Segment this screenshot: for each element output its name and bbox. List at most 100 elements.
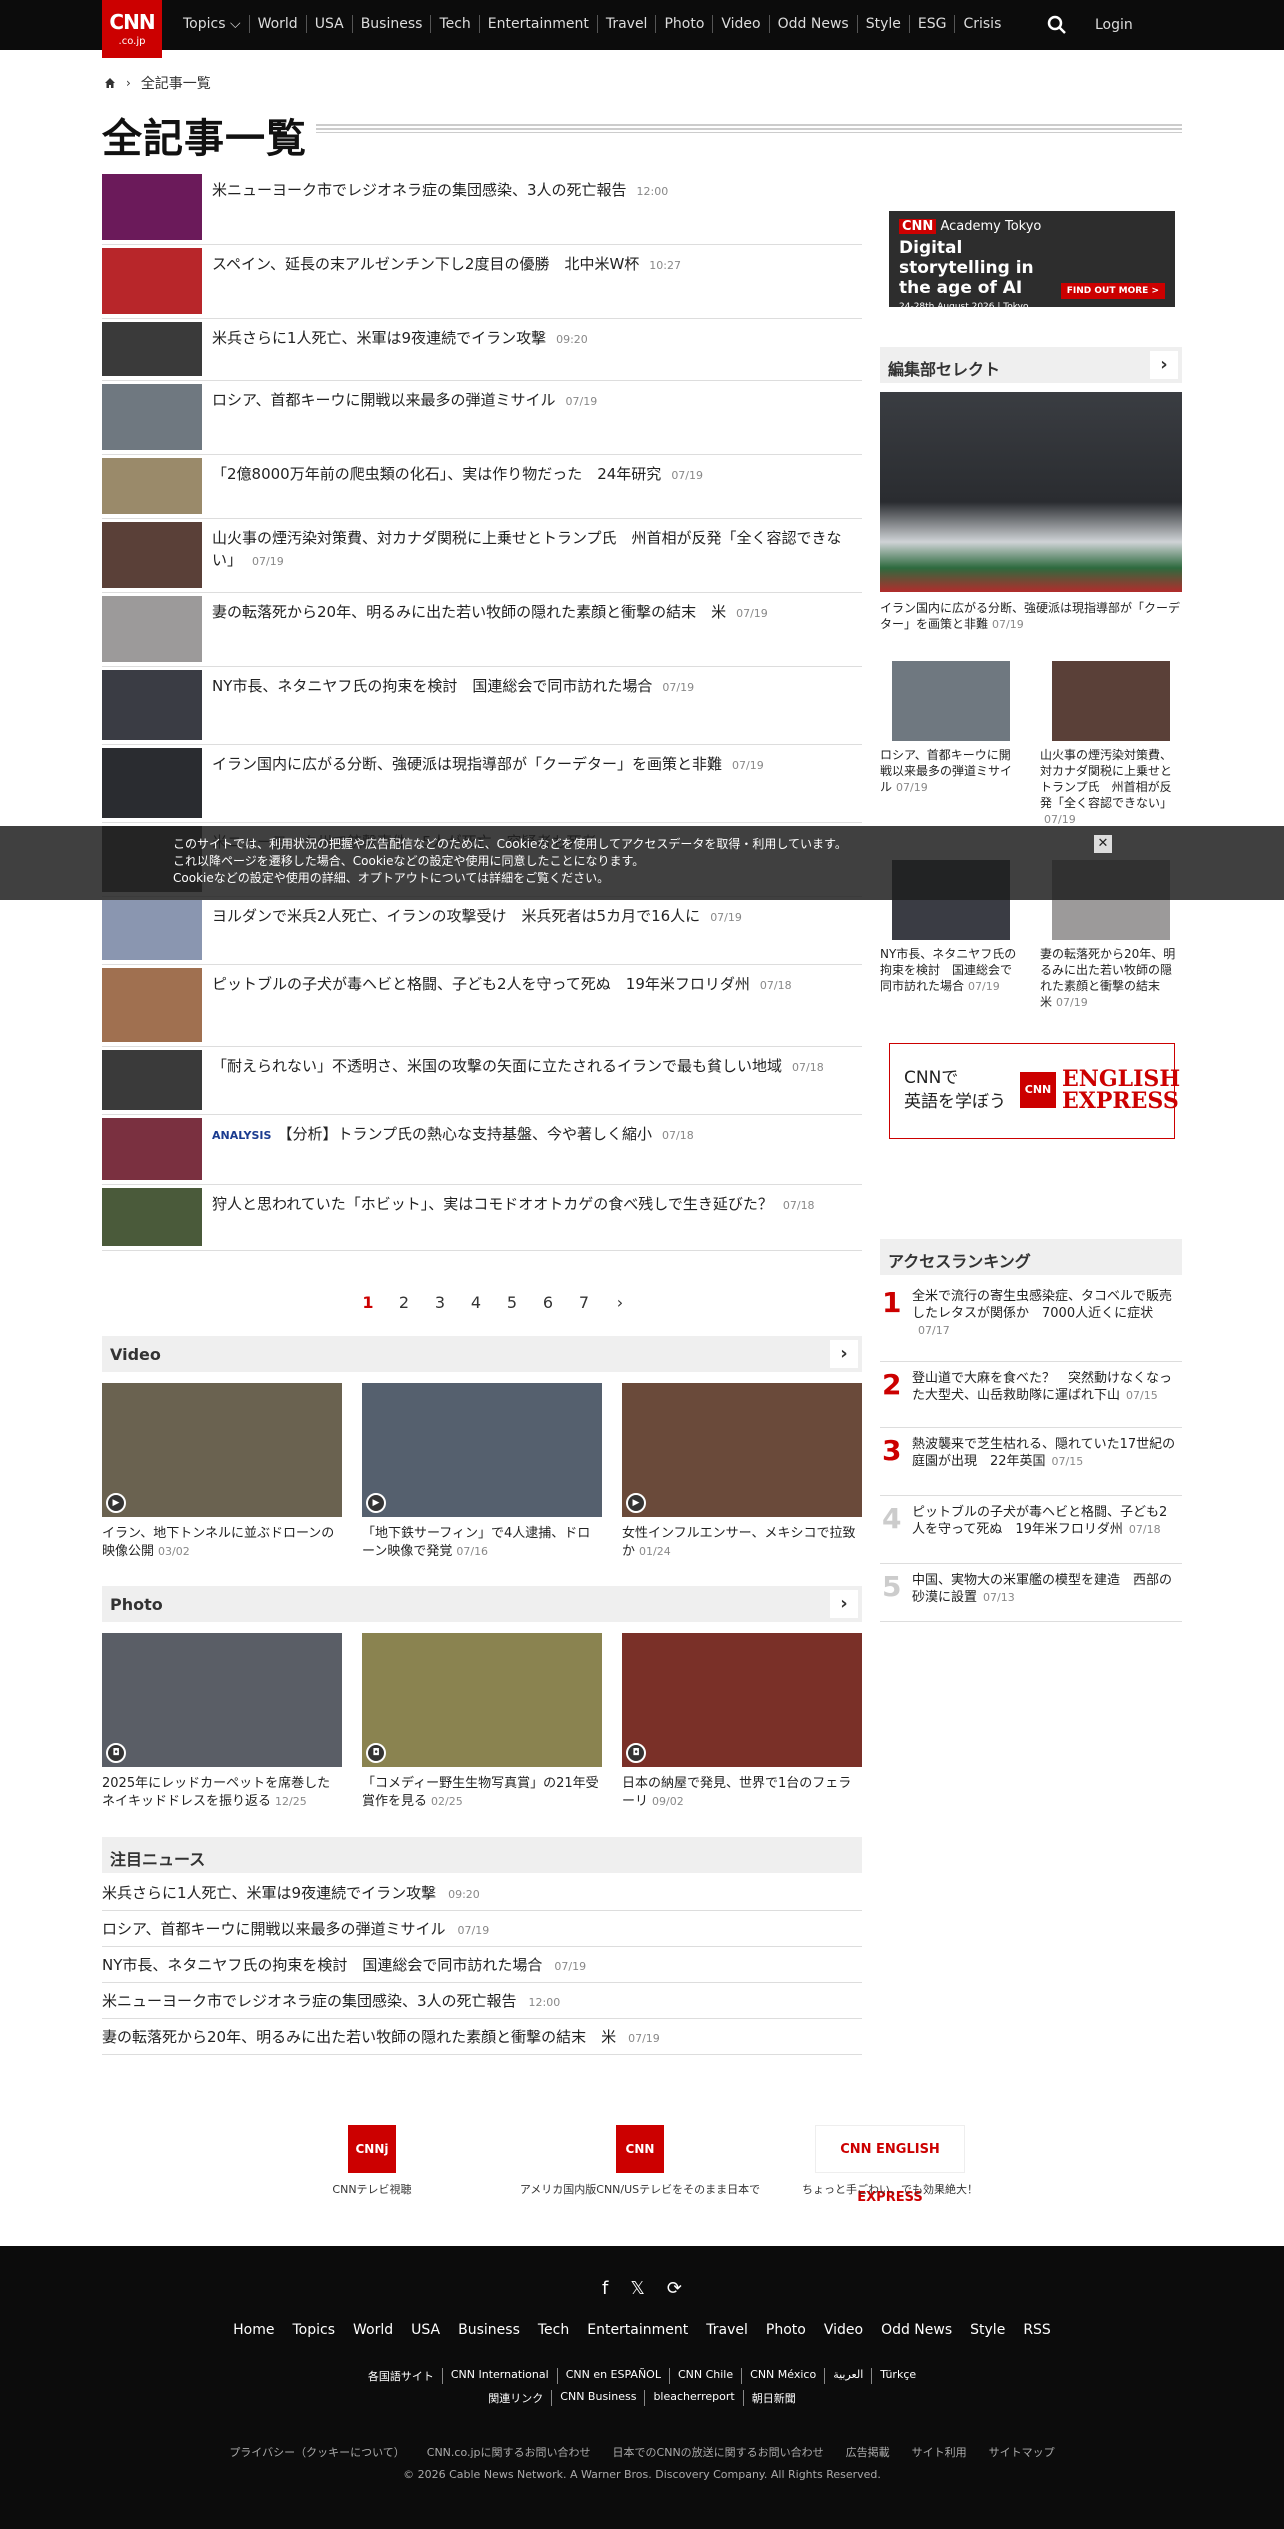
focus-news-row[interactable]: 米兵さらに1人死亡、米軍は9夜連続でイラン攻撃 09:20 — [102, 1875, 862, 1911]
article-title[interactable]: イラン国内に広がる分断、強硬派は現指導部が「クーデター」を画策と非難 07/19 — [212, 753, 852, 777]
footer-related-link[interactable]: 朝日新聞 — [744, 2390, 804, 2406]
photo-card[interactable]: ◘ 「コメディー野生生物写真賞」の21年受賞作を見る 02/25 — [362, 1633, 602, 1811]
article-title[interactable]: 「耐えられない」不透明さ、米国の攻撃の矢面に立たされるイランで最も貧しい地域 07… — [212, 1055, 852, 1079]
english-express-ad[interactable]: CNNで 英語を学ぼう CNN ENGLISH EXPRESS — [889, 1043, 1180, 1139]
article-row[interactable]: スペイン、延長の末アルゼンチン下し2度目の優勝 北中米W杯 10:27 — [102, 245, 862, 319]
editors-item[interactable]: NY市長、ネタニヤフ氏の拘束を検討 国連総会で同市訪れた場合 07/19 — [880, 946, 1022, 995]
footer-nav-link[interactable]: Business — [458, 2322, 520, 2338]
editors-thumbnail[interactable] — [892, 661, 1010, 741]
page-link[interactable]: 5 — [494, 1293, 530, 1312]
photo-thumbnail[interactable]: ◘ — [362, 1633, 602, 1767]
footer-nav-link[interactable]: Home — [233, 2322, 274, 2338]
chevron-right-icon[interactable]: › — [1150, 351, 1178, 379]
cnn-logo[interactable]: CNN .co.jp — [102, 0, 162, 58]
nav-item[interactable]: Topics ⌵ — [175, 15, 250, 33]
footer-nav-link[interactable]: Entertainment — [587, 2322, 688, 2338]
article-title[interactable]: ANALYSIS 【分析】トランプ氏の熱心な支持基盤、今や著しく縮小 07/18 — [212, 1123, 852, 1147]
article-thumbnail[interactable] — [102, 522, 202, 588]
article-title[interactable]: 狩人と思われていた「ホビット」、実はコモドオオトカゲの食べ残しで生き延びた？ 07… — [212, 1193, 852, 1217]
footer-bottom-link[interactable]: 広告掲載 — [846, 2444, 890, 2460]
article-title[interactable]: 妻の転落死から20年、明るみに出た若い牧師の隠れた素顔と衝撃の結末 米 07/19 — [212, 601, 852, 625]
photo-card[interactable]: ◘ 2025年にレッドカーペットを席巻したネイキッドドレスを振り返る 12/25 — [102, 1633, 342, 1811]
article-row[interactable]: 妻の転落死から20年、明るみに出た若い牧師の隠れた素顔と衝撃の結末 米 07/19 — [102, 593, 862, 667]
article-row[interactable]: 山火事の煙汚染対策費、対カナダ関税に上乗せとトランプ氏 州首相が反発「全く容認で… — [102, 519, 862, 593]
brand-link[interactable]: CNN ENGLISH EXPRESS ちょっと手ごわい、でも効果絶大！ — [750, 2125, 1030, 2205]
video-thumbnail[interactable]: ▶ — [622, 1383, 862, 1517]
article-row[interactable]: 「耐えられない」不透明さ、米国の攻撃の矢面に立たされるイランで最も貧しい地域 07… — [102, 1047, 862, 1115]
page-link[interactable]: 3 — [422, 1293, 458, 1312]
page-link[interactable]: 6 — [530, 1293, 566, 1312]
page-link[interactable]: 1 — [350, 1293, 386, 1312]
rank-title[interactable]: 登山道で大麻を食べた？ 突然動けなくなった大型犬、山岳救助隊に運ばれ下山 07/1… — [912, 1370, 1178, 1404]
article-row[interactable]: 米ニューヨーク市でレジオネラ症の集団感染、3人の死亡報告 12:00 — [102, 171, 862, 245]
footer-site-link[interactable]: Türkçe — [872, 2368, 924, 2384]
footer-bottom-link[interactable]: CNN.co.jpに関するお問い合わせ — [427, 2444, 591, 2460]
page-link[interactable]: › — [602, 1293, 638, 1312]
footer-nav-link[interactable]: RSS — [1023, 2322, 1051, 2338]
nav-item[interactable]: Crisis — [955, 15, 1009, 33]
article-title[interactable]: ロシア、首都キーウに開戦以来最多の弾道ミサイル 07/19 — [212, 389, 852, 413]
focus-news-row[interactable]: 妻の転落死から20年、明るみに出た若い牧師の隠れた素顔と衝撃の結末 米 07/19 — [102, 2019, 862, 2055]
article-row[interactable]: ロシア、首都キーウに開戦以来最多の弾道ミサイル 07/19 — [102, 381, 862, 455]
rank-title[interactable]: 中国、実物大の米軍艦の模型を建造 西部の砂漠に設置 07/13 — [912, 1572, 1178, 1606]
video-card[interactable]: ▶ 女性インフルエンサー、メキシコで拉致か 01/24 — [622, 1383, 862, 1561]
login-link[interactable]: Login — [1095, 17, 1133, 33]
editors-item[interactable]: 山火事の煙汚染対策費、対カナダ関税に上乗せとトランプ氏 州首相が反発「全く容認で… — [1040, 747, 1182, 828]
article-title[interactable]: ピットブルの子犬が毒ヘビと格闘、子ども2人を守って死ぬ 19年米フロリダ州 07/… — [212, 973, 852, 997]
nav-item[interactable]: Video — [713, 15, 770, 33]
rank-title[interactable]: 全米で流行の寄生虫感染症、タコベルで販売したレタスが関係か 7000人近くに症状… — [912, 1288, 1178, 1339]
nav-item[interactable]: USA — [307, 15, 353, 33]
nav-item[interactable]: Style — [858, 15, 910, 33]
nav-item[interactable]: World — [250, 15, 307, 33]
footer-site-link[interactable]: CNN en ESPAÑOL — [558, 2368, 670, 2384]
x-icon[interactable]: 𝕏 — [630, 2278, 645, 2299]
page-link[interactable]: 7 — [566, 1293, 602, 1312]
footer-bottom-link[interactable]: サイトマップ — [989, 2444, 1055, 2460]
footer-related-link[interactable]: 関連リンク — [480, 2390, 553, 2406]
ad-cta-button[interactable]: FIND OUT MORE > — [1060, 283, 1165, 299]
editors-item[interactable]: ロシア、首都キーウに開戦以来最多の弾道ミサイル 07/19 — [880, 747, 1022, 796]
footer-nav-link[interactable]: Travel — [706, 2322, 748, 2338]
rank-title[interactable]: 熱波襲来で芝生枯れる、隠れていた17世紀の庭園が出現 22年英国 07/15 — [912, 1436, 1178, 1470]
article-row[interactable]: ヨルダンで米兵2人死亡、イランの攻撃受け 米兵死者は5カ月で16人に 07/19 — [102, 897, 862, 965]
brand-link[interactable]: CNNj CNNテレビ視聴 — [232, 2125, 512, 2197]
article-thumbnail[interactable] — [102, 596, 202, 662]
footer-site-link[interactable]: CNN International — [443, 2368, 558, 2384]
footer-nav-link[interactable]: Odd News — [881, 2322, 952, 2338]
article-row[interactable]: 米兵さらに1人死亡、米軍は9夜連続でイラン攻撃 09:20 — [102, 319, 862, 381]
video-thumbnail[interactable]: ▶ — [102, 1383, 342, 1517]
focus-news-row[interactable]: 米ニューヨーク市でレジオネラ症の集団感染、3人の死亡報告 12:00 — [102, 1983, 862, 2019]
nav-item[interactable]: Entertainment — [480, 15, 598, 33]
footer-site-link[interactable]: CNN Chile — [670, 2368, 743, 2384]
footer-nav-link[interactable]: Tech — [538, 2322, 569, 2338]
article-row[interactable]: 狩人と思われていた「ホビット」、実はコモドオオトカゲの食べ残しで生き延びた？ 07… — [102, 1185, 862, 1251]
article-row[interactable]: ピットブルの子犬が毒ヘビと格闘、子ども2人を守って死ぬ 19年米フロリダ州 07/… — [102, 965, 862, 1047]
footer-site-link[interactable]: CNN México — [742, 2368, 826, 2384]
brand-link[interactable]: CNN US アメリカ国内版CNN/USテレビをそのまま日本で — [500, 2125, 780, 2204]
article-thumbnail[interactable] — [102, 748, 202, 818]
footer-site-link[interactable]: 各国語サイト — [360, 2368, 443, 2384]
article-row[interactable]: イラン国内に広がる分断、強硬派は現指導部が「クーデター」を画策と非難 07/19 — [102, 745, 862, 823]
footer-related-link[interactable]: bleacherreport — [645, 2390, 744, 2406]
article-title[interactable]: ヨルダンで米兵2人死亡、イランの攻撃受け 米兵死者は5カ月で16人に 07/19 — [212, 905, 852, 929]
footer-nav-link[interactable]: Photo — [766, 2322, 806, 2338]
rss-icon[interactable]: ⟳ — [667, 2278, 682, 2299]
footer-nav-link[interactable]: Style — [970, 2322, 1005, 2338]
article-thumbnail[interactable] — [102, 1118, 202, 1180]
footer-nav-link[interactable]: Topics — [293, 2322, 336, 2338]
nav-item[interactable]: Business — [353, 15, 432, 33]
article-title[interactable]: 米兵さらに1人死亡、米軍は9夜連続でイラン攻撃 09:20 — [212, 327, 852, 351]
search-icon[interactable] — [1046, 14, 1068, 36]
ranking-item[interactable]: 2 登山道で大麻を食べた？ 突然動けなくなった大型犬、山岳救助隊に運ばれ下山 07/… — [880, 1366, 1182, 1428]
article-row[interactable]: 「2億8000万年前の爬虫類の化石」、実は作り物だった 24年研究 07/19 — [102, 455, 862, 519]
photo-thumbnail[interactable]: ◘ — [102, 1633, 342, 1767]
photo-caption[interactable]: 2025年にレッドカーペットを席巻したネイキッドドレスを振り返る 12/25 — [102, 1775, 342, 1811]
close-icon[interactable]: ✕ — [1094, 835, 1112, 853]
article-thumbnail[interactable] — [102, 458, 202, 514]
focus-news-row[interactable]: ロシア、首都キーウに開戦以来最多の弾道ミサイル 07/19 — [102, 1911, 862, 1947]
editors-main-title[interactable]: イラン国内に広がる分断、強硬派は現指導部が「クーデター」を画策と非難 07/19 — [880, 600, 1180, 633]
footer-bottom-link[interactable]: プライバシー（クッキーについて） — [229, 2444, 404, 2460]
footer-related-link[interactable]: CNN Business — [552, 2390, 646, 2406]
article-thumbnail[interactable] — [102, 968, 202, 1042]
facebook-icon[interactable]: f — [602, 2278, 608, 2299]
